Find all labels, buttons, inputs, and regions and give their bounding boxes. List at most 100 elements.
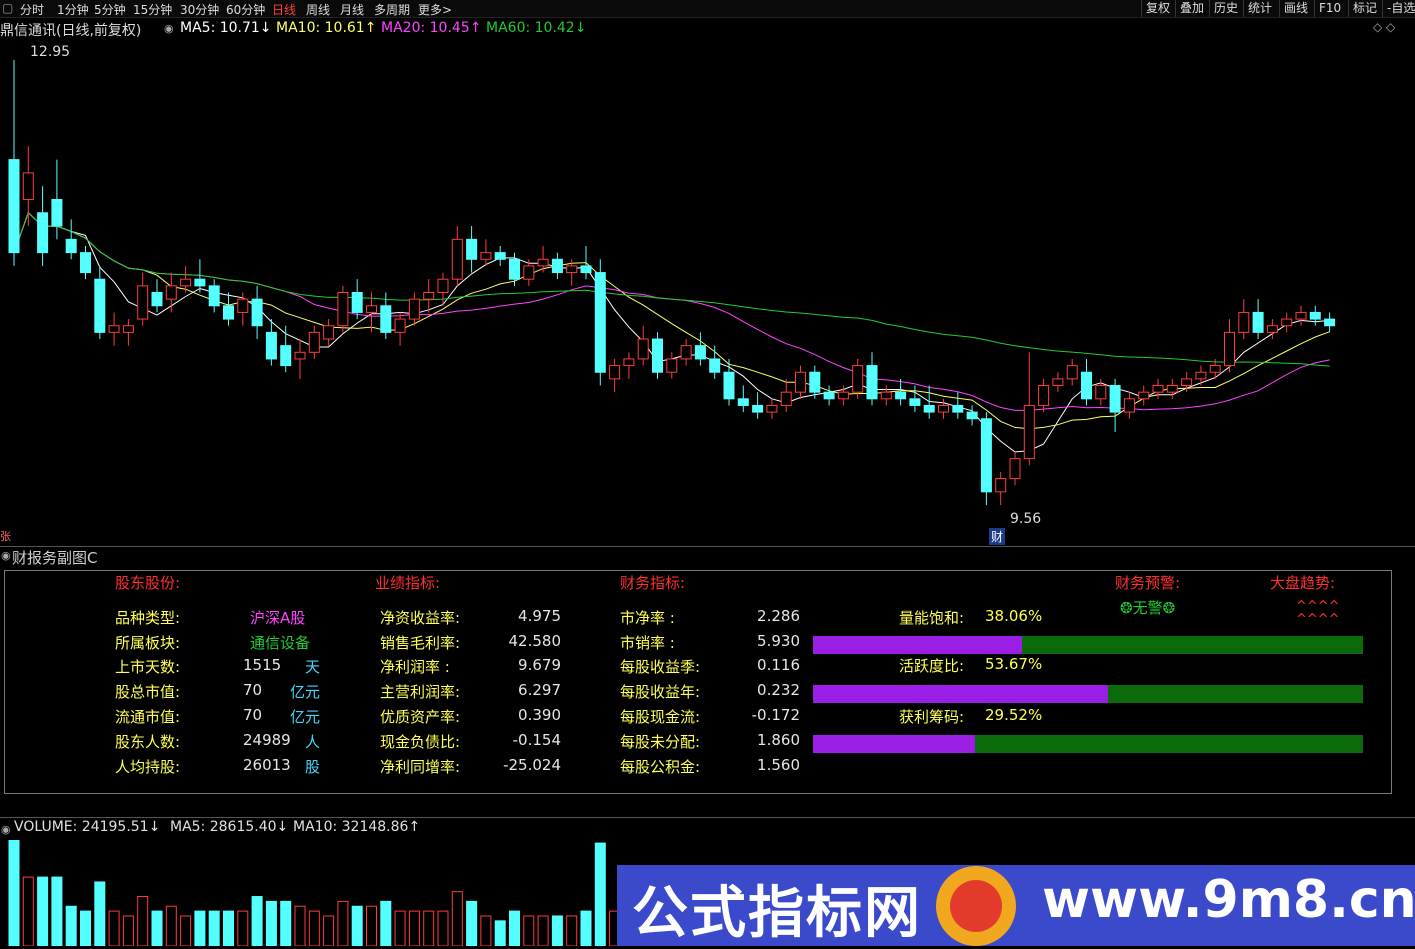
candle-body[interactable] — [466, 238, 478, 260]
volume-bar[interactable] — [523, 915, 535, 946]
candle-body[interactable] — [623, 358, 635, 367]
volume-bar[interactable] — [437, 910, 449, 946]
candle-body[interactable] — [294, 351, 306, 360]
volume-bar[interactable] — [151, 910, 163, 946]
period-tab-30min[interactable]: 30分钟 — [180, 1, 219, 18]
candle-body[interactable] — [280, 345, 292, 367]
candle-body[interactable] — [151, 292, 163, 307]
candle-body[interactable] — [108, 325, 120, 333]
period-tab-60min[interactable]: 60分钟 — [226, 1, 265, 18]
candle-body[interactable] — [37, 212, 49, 254]
volume-bar[interactable] — [108, 910, 120, 946]
candle-body[interactable] — [723, 371, 735, 400]
mark-button[interactable]: 标记 — [1348, 0, 1381, 17]
volume-bar[interactable] — [208, 910, 220, 946]
candle-body[interactable] — [1266, 325, 1278, 333]
candle-body[interactable] — [709, 358, 721, 373]
volume-bar[interactable] — [323, 915, 335, 946]
candle-body[interactable] — [594, 272, 606, 373]
candle-body[interactable] — [237, 298, 249, 313]
volume-bar[interactable] — [237, 910, 249, 946]
candle-body[interactable] — [809, 371, 821, 393]
candle-body[interactable] — [1295, 311, 1307, 320]
candle-body[interactable] — [65, 238, 77, 254]
period-tab-daily[interactable]: 日线 — [272, 1, 296, 18]
candle-body[interactable] — [251, 298, 263, 327]
candle-body[interactable] — [1281, 318, 1293, 327]
candle-body[interactable] — [509, 258, 520, 280]
candle-body[interactable] — [351, 292, 363, 313]
candle-body[interactable] — [966, 411, 978, 420]
volume-chart[interactable] — [0, 840, 620, 946]
volume-bar[interactable] — [366, 905, 377, 946]
volume-bar[interactable] — [280, 900, 292, 946]
candle-body[interactable] — [895, 391, 907, 400]
volume-bar[interactable] — [37, 876, 49, 946]
candle-body[interactable] — [1081, 371, 1092, 400]
candle-body[interactable] — [137, 285, 149, 320]
candle-body[interactable] — [1138, 391, 1150, 400]
candle-body[interactable] — [1095, 385, 1107, 400]
candle-body[interactable] — [337, 292, 349, 327]
candle-body[interactable] — [652, 338, 663, 373]
watchlist-button[interactable]: -自选 — [1382, 0, 1415, 17]
draw-button[interactable]: 画线 — [1279, 0, 1312, 17]
volume-bar[interactable] — [566, 915, 578, 946]
period-tab-more[interactable]: 更多> — [418, 1, 452, 18]
volume-bar[interactable] — [509, 910, 520, 946]
candle-body[interactable] — [494, 252, 506, 260]
volume-bar[interactable] — [380, 900, 392, 946]
candle-body[interactable] — [637, 338, 649, 360]
candle-body[interactable] — [1009, 458, 1021, 480]
volume-bar[interactable] — [294, 905, 306, 946]
candle-body[interactable] — [609, 365, 621, 380]
candle-body[interactable] — [852, 365, 864, 393]
volume-bar[interactable] — [337, 900, 349, 946]
volume-bar[interactable] — [51, 876, 63, 946]
candle-body[interactable] — [1066, 365, 1078, 380]
volume-bar[interactable] — [122, 915, 134, 946]
volume-bar[interactable] — [394, 910, 406, 946]
volume-settings-icon[interactable]: ◉ — [1, 823, 11, 836]
candle-body[interactable] — [694, 345, 706, 360]
candle-body[interactable] — [408, 298, 420, 320]
candle-body[interactable] — [1152, 385, 1164, 393]
candle-body[interactable] — [394, 318, 406, 333]
candle-body[interactable] — [1324, 318, 1336, 327]
candle-body[interactable] — [752, 404, 764, 413]
candle-body[interactable] — [180, 278, 192, 287]
volume-bar[interactable] — [251, 896, 263, 946]
candle-body[interactable] — [523, 265, 535, 280]
toolbar-menu-icon[interactable]: ▢ — [2, 1, 13, 15]
volume-bar[interactable] — [180, 915, 192, 946]
volume-bar[interactable] — [466, 900, 478, 946]
volume-bar[interactable] — [423, 910, 435, 946]
candle-body[interactable] — [866, 365, 878, 400]
volume-bar[interactable] — [408, 910, 420, 946]
volume-bar[interactable] — [65, 905, 77, 946]
diamond-icon[interactable]: ◇ ◇ — [1373, 20, 1395, 34]
volume-bar[interactable] — [265, 900, 277, 946]
volume-bar[interactable] — [80, 910, 91, 946]
candle-body[interactable] — [780, 391, 792, 406]
candle-body[interactable] — [122, 325, 134, 333]
candle-body[interactable] — [308, 331, 320, 353]
candle-body[interactable] — [580, 265, 592, 274]
adjust-button[interactable]: 复权 — [1141, 0, 1174, 17]
candle-body[interactable] — [437, 278, 449, 293]
candle-body[interactable] — [1238, 311, 1250, 333]
candle-body[interactable] — [680, 345, 692, 360]
volume-bar[interactable] — [22, 876, 34, 946]
candle-body[interactable] — [423, 292, 435, 300]
candle-body[interactable] — [566, 265, 578, 274]
candle-body[interactable] — [223, 305, 234, 320]
volume-bar[interactable] — [165, 905, 177, 946]
history-button[interactable]: 历史 — [1209, 0, 1242, 17]
volume-bar[interactable] — [8, 840, 20, 946]
candle-body[interactable] — [8, 159, 20, 254]
candle-body[interactable] — [837, 391, 849, 400]
candlestick-chart[interactable] — [0, 40, 1415, 545]
candle-body[interactable] — [1109, 385, 1121, 413]
volume-bar[interactable] — [351, 905, 363, 946]
candle-body[interactable] — [1224, 331, 1235, 367]
